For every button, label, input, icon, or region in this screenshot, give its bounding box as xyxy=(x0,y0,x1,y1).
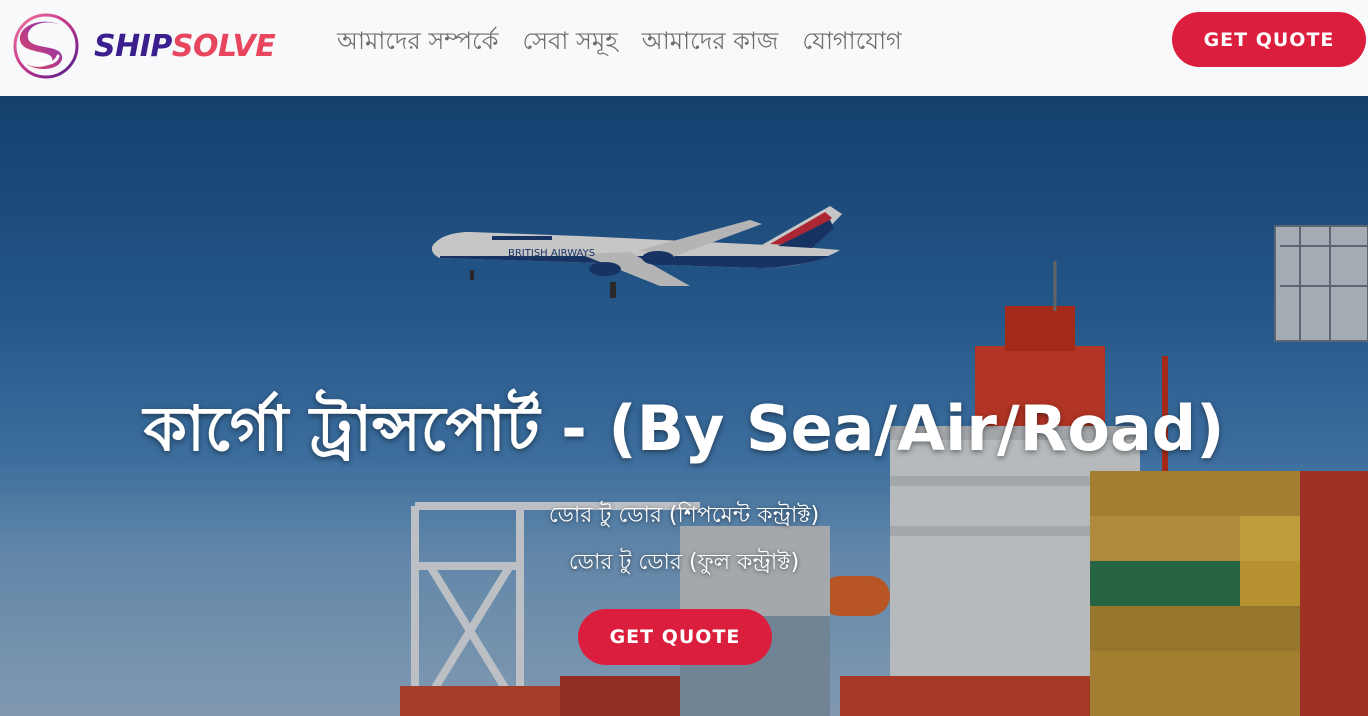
hero-subtitle-line-1: ডোর টু ডোর (শিপমেন্ট কন্ট্রাক্ট) xyxy=(548,503,820,528)
hero-subtitle-line-2: ডোর টু ডোর (ফুল কন্ট্রাক্ট) xyxy=(568,550,800,575)
hero-section: BRITISH AIRWAYS কার্গো ট্রান্সপোর্ট - (B… xyxy=(0,96,1368,716)
nav-link-about[interactable]: আমাদের সম্পর্কে xyxy=(337,24,498,58)
s-swirl-logo-icon xyxy=(13,13,79,79)
header-get-quote-button[interactable]: GET QUOTE xyxy=(1172,12,1366,67)
nav-link-services[interactable]: সেবা সমূহ xyxy=(522,24,617,58)
hero-title: কার্গো ট্রান্সপোর্ট - (By Sea/Air/Road) xyxy=(143,392,1225,465)
nav-link-contact[interactable]: যোগাযোগ xyxy=(802,24,901,58)
nav-link-our-work[interactable]: আমাদের কাজ xyxy=(642,24,779,58)
hero-get-quote-button[interactable]: GET QUOTE xyxy=(578,609,772,665)
brand-name: SHIPSOLVE xyxy=(94,28,276,64)
brand-name-ship: SHIP xyxy=(94,28,172,64)
brand-name-solve: SOLVE xyxy=(171,28,276,64)
brand-logo-link[interactable]: SHIPSOLVE xyxy=(12,12,276,80)
navbar: SHIPSOLVE আমাদের সম্পর্কে সেবা সমূহ আমাদ… xyxy=(0,0,1368,96)
nav-menu: আমাদের সম্পর্কে সেবা সমূহ আমাদের কাজ যোগ… xyxy=(337,24,902,58)
